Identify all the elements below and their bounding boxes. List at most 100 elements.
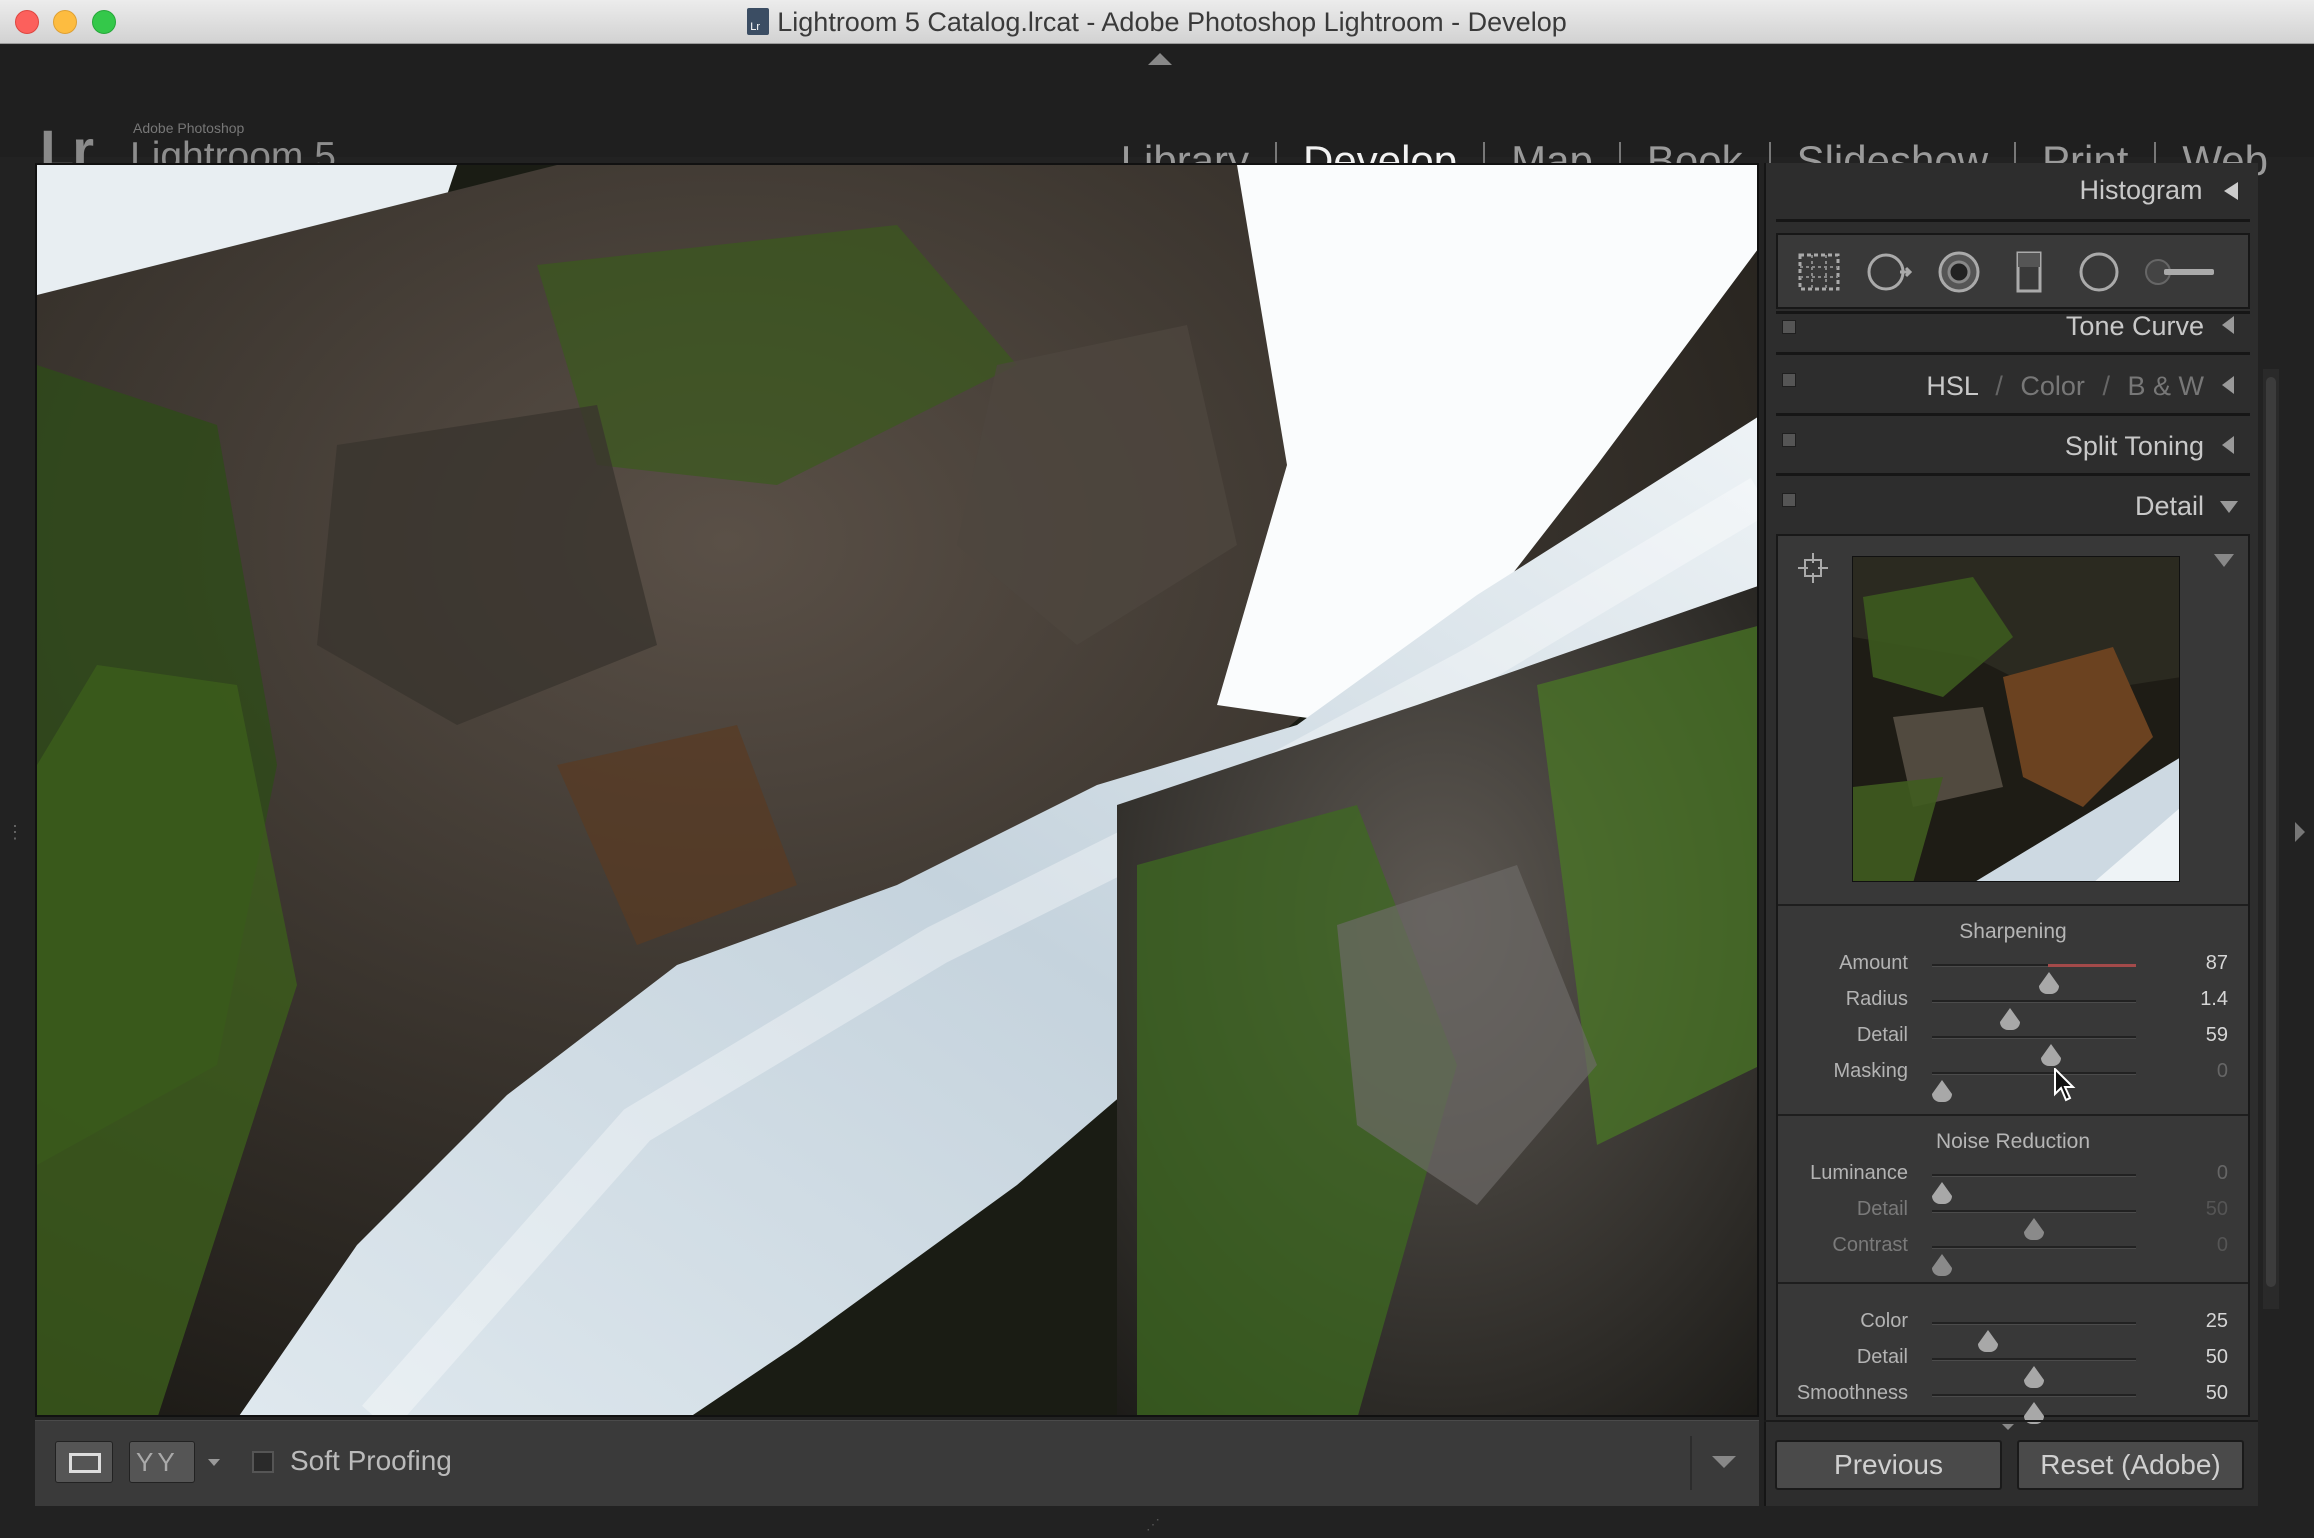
contrast-slider-row: Contrast 0 xyxy=(1778,1230,2248,1276)
color-tab[interactable]: Color xyxy=(2020,371,2085,401)
graduated-filter-icon[interactable] xyxy=(2006,249,2052,295)
reset-button[interactable]: Reset (Adobe) xyxy=(2017,1440,2244,1490)
color-slider-track[interactable] xyxy=(1932,1322,2136,1352)
smoothness-value[interactable]: 50 xyxy=(2206,1382,2228,1405)
right-panel-toggle-icon[interactable] xyxy=(2295,822,2305,842)
radius-slider-row: Radius 1.4 xyxy=(1778,984,2248,1030)
masking-label: Masking xyxy=(1833,1060,1908,1082)
detail-slider-track[interactable] xyxy=(1932,1036,2136,1066)
detail-header[interactable]: Detail xyxy=(2135,491,2204,522)
noise-reduction-group: Noise Reduction Luminance 0 Detail 50 Co… xyxy=(1778,1114,2248,1282)
histogram-header[interactable]: Histogram xyxy=(2079,175,2238,206)
detail-zoom-target-icon[interactable] xyxy=(1798,553,1828,583)
before-after-button[interactable]: YY xyxy=(129,1441,195,1483)
radius-slider-track[interactable] xyxy=(1932,1000,2136,1030)
right-panel-scroll-thumb[interactable] xyxy=(2266,377,2276,1287)
soft-proofing-label: Soft Proofing xyxy=(290,1445,452,1476)
soft-proofing-checkbox[interactable] xyxy=(252,1451,274,1473)
luminance-detail-label: Detail xyxy=(1856,1198,1908,1220)
color-label: Color xyxy=(1860,1310,1908,1332)
color-detail-slider-row: Detail 50 xyxy=(1778,1342,2248,1388)
hsl-expand-icon[interactable] xyxy=(2222,376,2234,394)
hsl-tab[interactable]: HSL xyxy=(1926,371,1978,401)
split-toning-header[interactable]: Split Toning xyxy=(2065,431,2204,462)
amount-value[interactable]: 87 xyxy=(2206,952,2228,975)
hsl-header: HSL / Color / B & W xyxy=(1926,371,2204,402)
before-after-dropdown-icon[interactable] xyxy=(208,1459,220,1466)
tone-curve-header[interactable]: Tone Curve xyxy=(2066,311,2204,342)
filmstrip-toggle-icon[interactable]: ⋰ xyxy=(1146,1516,1170,1532)
histogram-title: Histogram xyxy=(2079,175,2203,205)
hsl-sep: / xyxy=(1995,371,2003,401)
masking-slider-thumb[interactable] xyxy=(1932,1080,1952,1102)
masking-value[interactable]: 0 xyxy=(2217,1060,2228,1083)
sharpening-title: Sharpening xyxy=(1959,920,2067,943)
mouse-cursor-icon xyxy=(2054,1068,2076,1102)
masking-slider-track[interactable] xyxy=(1932,1072,2136,1102)
amount-label: Amount xyxy=(1839,952,1908,974)
right-panel-scrollbar[interactable] xyxy=(2263,369,2279,1309)
amount-slider-row: Amount 87 xyxy=(1778,948,2248,994)
luminance-slider-row: Luminance 0 xyxy=(1778,1158,2248,1204)
doc-icon-text: Lr xyxy=(750,21,761,33)
main-photo-view[interactable] xyxy=(35,163,1759,1417)
right-panel: Histogram Tone Curve HSL / Color / B & W… xyxy=(1764,163,2258,1506)
detail-panel: Sharpening Amount 87 Radius 1.4 Detail 5… xyxy=(1776,534,2250,1424)
luminance-label: Luminance xyxy=(1810,1162,1908,1184)
radial-filter-icon[interactable] xyxy=(2076,249,2122,295)
detail-label: Detail xyxy=(1856,1024,1908,1046)
toolbar-content-menu-icon[interactable] xyxy=(1712,1456,1736,1468)
hsl-switch[interactable] xyxy=(1782,373,1796,387)
color-detail-value[interactable]: 50 xyxy=(2206,1346,2228,1369)
amount-slider-track[interactable] xyxy=(1932,964,2136,994)
bw-tab[interactable]: B & W xyxy=(2127,371,2204,401)
split-toning-expand-icon[interactable] xyxy=(2222,436,2234,454)
contrast-slider-track[interactable] xyxy=(1932,1246,2136,1276)
left-panel-toggle-icon[interactable]: ⋮ xyxy=(6,822,24,843)
color-detail-slider-track[interactable] xyxy=(1932,1358,2136,1388)
smoothness-label: Smoothness xyxy=(1796,1382,1908,1404)
histogram-collapse-icon[interactable] xyxy=(2224,182,2238,200)
title-bar: Lr Lightroom 5 Catalog.lrcat - Adobe Phot… xyxy=(0,0,2314,44)
luminance-detail-value[interactable]: 50 xyxy=(2206,1198,2228,1221)
color-noise-group: Color 25 Detail 50 Smoothness 50 xyxy=(1778,1282,2248,1424)
split-toning-switch[interactable] xyxy=(1782,433,1796,447)
panel-divider xyxy=(1776,413,2250,416)
luminance-detail-slider-track[interactable] xyxy=(1932,1210,2136,1240)
spot-removal-icon[interactable] xyxy=(1866,249,1912,295)
tool-strip xyxy=(1776,233,2250,309)
luminance-value[interactable]: 0 xyxy=(2217,1162,2228,1185)
smoothness-slider-thumb[interactable] xyxy=(2024,1402,2044,1424)
luminance-slider-track[interactable] xyxy=(1932,1174,2136,1204)
previous-button[interactable]: Previous xyxy=(1775,1440,2002,1490)
panel-divider xyxy=(1776,473,2250,476)
crop-overlay-icon[interactable] xyxy=(1796,249,1842,295)
window-title-area: Lr Lightroom 5 Catalog.lrcat - Adobe Phot… xyxy=(0,7,2314,38)
panel-end-marker-icon xyxy=(2002,1424,2014,1430)
develop-toolbar: YY Soft Proofing xyxy=(35,1420,1759,1506)
contrast-slider-thumb[interactable] xyxy=(1932,1254,1952,1276)
smoothness-slider-track[interactable] xyxy=(1932,1394,2136,1424)
loupe-view-icon xyxy=(69,1453,101,1473)
detail-preview-menu-icon[interactable] xyxy=(2214,554,2234,567)
panel-divider xyxy=(1776,219,2250,222)
detail-switch[interactable] xyxy=(1782,493,1796,507)
loupe-view-button[interactable] xyxy=(55,1441,113,1483)
detail-preview[interactable] xyxy=(1852,556,2180,882)
tone-curve-switch[interactable] xyxy=(1782,320,1796,334)
contrast-value[interactable]: 0 xyxy=(2217,1234,2228,1257)
noise-reduction-title: Noise Reduction xyxy=(1935,1130,2091,1153)
radius-value[interactable]: 1.4 xyxy=(2200,988,2228,1011)
catalog-document-icon: Lr xyxy=(747,8,770,35)
contrast-label: Contrast xyxy=(1832,1234,1908,1256)
sharpening-group: Sharpening Amount 87 Radius 1.4 Detail 5… xyxy=(1778,904,2248,1114)
color-value[interactable]: 25 xyxy=(2206,1310,2228,1333)
collapse-top-panel-arrow-icon[interactable] xyxy=(1148,53,1172,65)
tone-curve-expand-icon[interactable] xyxy=(2222,316,2234,334)
detail-value[interactable]: 59 xyxy=(2206,1024,2228,1047)
detail-preview-image xyxy=(1853,557,2179,881)
red-eye-icon[interactable] xyxy=(1936,249,1982,295)
adjustment-brush-icon[interactable] xyxy=(2144,249,2220,295)
window-title: Lightroom 5 Catalog.lrcat - Adobe Photos… xyxy=(777,7,1567,37)
detail-collapse-icon[interactable] xyxy=(2220,501,2238,513)
